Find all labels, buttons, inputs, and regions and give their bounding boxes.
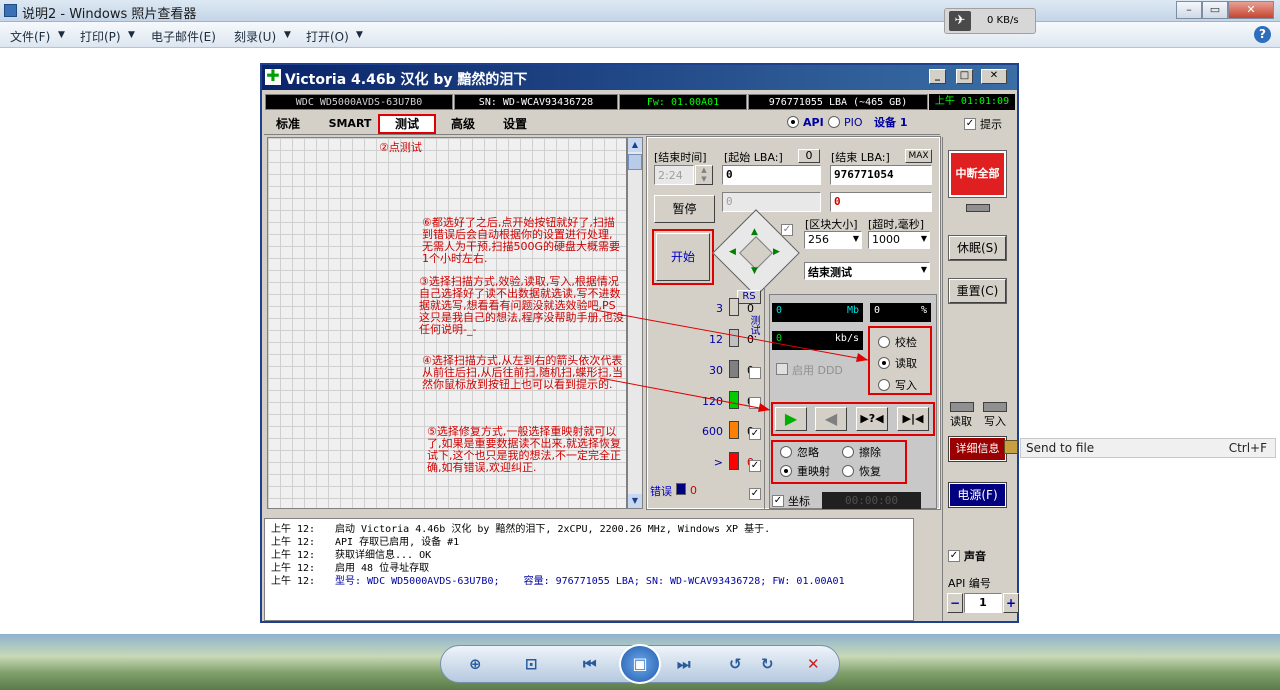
arrow-line-scan <box>599 377 771 411</box>
send-to-file-shortcut: Ctrl+F <box>1228 441 1267 455</box>
slideshow-button[interactable]: ▣ <box>619 644 661 684</box>
disk-icon <box>1004 440 1018 454</box>
send-to-file-label: Send to file <box>1026 441 1095 455</box>
fit-icon[interactable]: ⊡ <box>525 655 538 673</box>
rotate-right-icon[interactable]: ↻ <box>761 655 774 673</box>
arrow-line-mode <box>594 309 869 361</box>
annotation-arrows <box>594 309 869 412</box>
previous-icon[interactable]: ⏮ <box>583 655 597 673</box>
arrow-head-mode <box>856 353 868 362</box>
send-to-file-menu[interactable]: Send to file Ctrl+F <box>1020 438 1276 458</box>
rotate-left-icon[interactable]: ↺ <box>729 655 742 673</box>
zoom-icon[interactable]: ⊕ <box>469 655 482 673</box>
delete-icon[interactable]: ✕ <box>807 655 820 673</box>
arrow-head-scan <box>758 403 770 412</box>
viewer-nav-bar: ⊕ ⊡ ⏮ ▣ ⏭ ↺ ↻ ✕ <box>440 644 840 684</box>
next-icon[interactable]: ⏭ <box>677 655 691 673</box>
